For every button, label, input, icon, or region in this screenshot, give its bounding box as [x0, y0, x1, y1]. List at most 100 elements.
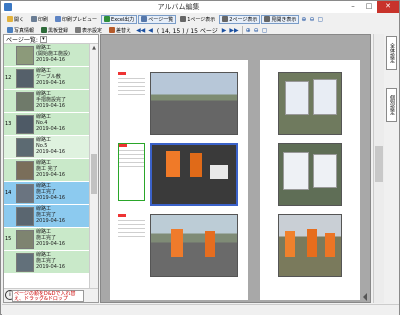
memo-line: [119, 162, 144, 163]
memo-line: [118, 224, 145, 225]
memo-line: [119, 158, 144, 159]
tab-individual-settings[interactable]: 個別設定: [386, 88, 397, 122]
page-list-item[interactable]: 線路工 施工 完了 2019-04-16: [4, 159, 90, 182]
album-editor-window: アルバム編集 – □ ✕ 開く 印刷 印刷プレビュー Excel出力 ページ一覧 1ページ…: [0, 0, 400, 315]
tab-global-settings[interactable]: 全体設定: [386, 36, 397, 70]
preview-scrollbar[interactable]: [373, 34, 384, 303]
toolbar-button-label: 見開き表示: [271, 16, 297, 23]
page-list-item[interactable]: 15 線路工 施工完了 2019-04-16: [4, 228, 90, 251]
page-list-item[interactable]: 13 線路工 No.4 2019-04-16: [4, 113, 90, 136]
photo-2[interactable]: [150, 143, 238, 206]
page-number: 14: [5, 190, 12, 196]
caption-line: 2019-04-16: [36, 126, 66, 132]
photo-5[interactable]: [278, 143, 342, 206]
page-item-caption: 線路工 No.5 2019-04-16: [36, 137, 65, 155]
maximize-button[interactable]: □: [361, 1, 377, 13]
page-list-dropdown[interactable]: ▾: [39, 35, 47, 43]
first-page-icon[interactable]: ◀◀: [135, 27, 146, 34]
toolbar-button-label: Excel出力: [111, 16, 135, 23]
fit-icon[interactable]: ▢: [261, 27, 269, 34]
page-list-item[interactable]: 線路工 施工完了 2019-04-16: [4, 251, 90, 274]
caption-line: 2019-04-16: [36, 218, 66, 224]
caption-line: 2019-04-16: [36, 264, 66, 270]
page-list-item[interactable]: 線路工 施工完了 2019-04-16: [4, 205, 90, 228]
memo-block-2[interactable]: [118, 143, 145, 201]
page-list-header: ページ一覧: ▾: [4, 35, 98, 44]
memo-line: [119, 166, 144, 167]
photo-4[interactable]: [278, 72, 342, 135]
photo-thumbnail: [16, 184, 34, 203]
toolbar-button-5[interactable]: 1ページ表示: [177, 15, 218, 24]
last-page-icon[interactable]: ▶▶: [228, 27, 239, 34]
memo-line: [118, 78, 145, 79]
toolbar-button-label: 2ページ表示: [229, 16, 258, 23]
page-list-scrollbar[interactable]: ▲: [89, 44, 98, 289]
toolbar-button-0[interactable]: 開く: [4, 15, 27, 24]
fit-window-icon[interactable]: ▢: [316, 16, 324, 23]
memo-line: [118, 220, 145, 221]
toolbar-button-label: 1ページ表示: [187, 16, 216, 23]
zoom-in-icon[interactable]: ⊕: [245, 27, 252, 34]
replace-icon: [109, 27, 116, 33]
caption-line: 2019-04-16: [36, 241, 66, 247]
settings-side-panel: 全体設定 個別設定: [372, 34, 399, 303]
close-button[interactable]: ✕: [377, 1, 399, 13]
tab-individual-settings-label: 個別設定: [389, 95, 395, 115]
page-list-label: ページ一覧:: [6, 36, 38, 44]
page-number: 13: [5, 121, 12, 127]
toolbar2-button-label: 黒板登録: [48, 27, 69, 34]
memo-block-3[interactable]: [118, 214, 145, 272]
toolbar-button-1[interactable]: 印刷: [28, 15, 51, 24]
spread-icon: [264, 16, 271, 22]
toolbar-button-3[interactable]: Excel出力: [101, 14, 138, 24]
photo-1[interactable]: [150, 72, 238, 135]
page-list-item[interactable]: 12 線路工 ケーブル敷 2019-04-16: [4, 67, 90, 90]
page-list-item[interactable]: 線路工 No.5 2019-04-16: [4, 136, 90, 159]
memo-line: [118, 228, 145, 229]
next-page-icon[interactable]: ▶: [221, 27, 228, 34]
photo-thumbnail: [16, 115, 34, 134]
memo-line: [119, 154, 144, 155]
page-list-item[interactable]: 線路工 (開始施工施設) 2019-04-16: [4, 44, 90, 67]
caption-line: 2019-04-16: [36, 172, 66, 178]
photo-3[interactable]: [150, 214, 238, 277]
page-item-caption: 線路工 ケーブル敷 2019-04-16: [36, 68, 65, 86]
scroll-thumb[interactable]: [91, 154, 97, 194]
toolbar2-button-label: 差替え: [116, 27, 132, 34]
caption-line: 2019-04-16: [36, 103, 66, 109]
toolbar-button-6[interactable]: 2ページ表示: [219, 14, 261, 24]
caption-line: 2019-04-16: [36, 149, 66, 155]
page-item-caption: 線路工 施工完了 2019-04-16: [36, 252, 65, 270]
excel-icon: [104, 16, 111, 22]
zoom-in-icon[interactable]: ⊕: [300, 16, 307, 23]
page-list-item[interactable]: 14 線路工 施工完了 2019-04-16: [4, 182, 90, 205]
album-page-left[interactable]: [110, 60, 248, 300]
photo-thumbnail: [16, 92, 34, 111]
toolbar-button-label: 開く: [14, 16, 25, 23]
page-list-item[interactable]: 線路工 手摺施設完了 2019-04-16: [4, 90, 90, 113]
page-item-caption: 線路工 施工完了 2019-04-16: [36, 229, 65, 247]
toolbar-button-7[interactable]: 見開き表示: [261, 14, 300, 24]
zoom-out-icon[interactable]: ⊖: [253, 27, 260, 34]
page-item-caption: 線路工 (開始施工施設) 2019-04-16: [36, 45, 70, 63]
memo-line: [118, 94, 145, 95]
album-page-right[interactable]: [260, 60, 360, 300]
memo-line: [118, 86, 145, 87]
page-nav-arrow-icon[interactable]: [363, 293, 367, 301]
printer-icon: [31, 16, 38, 22]
preview-scroll-thumb[interactable]: [375, 146, 383, 182]
photo-thumbnail: [16, 46, 34, 65]
minimize-button[interactable]: –: [345, 1, 361, 13]
prev-page-icon[interactable]: ◀: [147, 27, 154, 34]
toolbar-button-4[interactable]: ページ一覧: [138, 14, 177, 24]
app-icon: [4, 3, 12, 11]
memo-block-1[interactable]: [118, 72, 145, 130]
display-settings-icon: [75, 27, 82, 33]
two-page-icon: [222, 16, 229, 22]
photo-thumbnail: [16, 138, 34, 157]
scroll-up-icon[interactable]: ▲: [90, 44, 98, 52]
photo-thumbnail: [16, 69, 34, 88]
photo-6[interactable]: [278, 214, 342, 277]
zoom-out-icon[interactable]: ⊖: [308, 16, 315, 23]
toolbar-button-2[interactable]: 印刷プレビュー: [52, 15, 100, 24]
